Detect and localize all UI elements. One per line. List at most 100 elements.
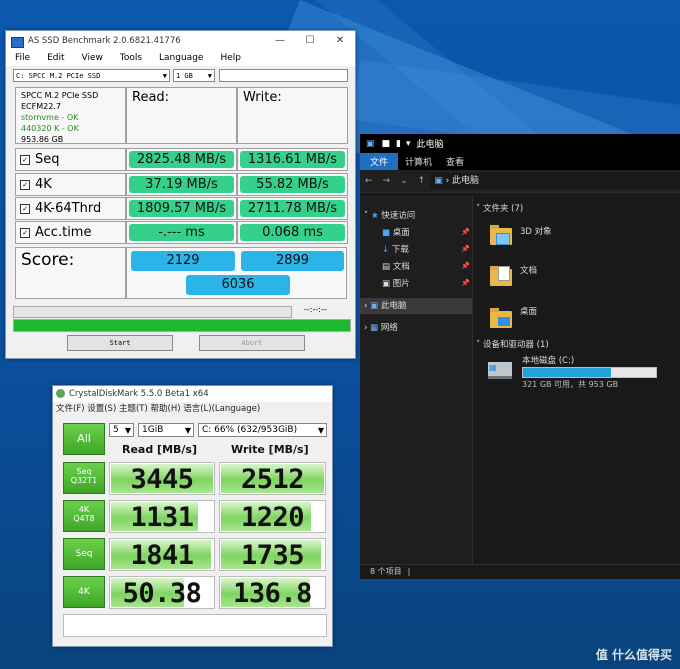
drive-c[interactable]: ▦ 本地磁盘 (C:) 321 GB 可用，共 953 GB [486,354,676,389]
4k64-write: 2711.78 MB/s [237,197,348,220]
folder-icon[interactable]: ▮ [393,139,404,149]
test-sublabel: Q32T1 [70,476,98,485]
count-select[interactable]: 5 ▼ [109,423,134,437]
windows-logo-icon: ▦ [489,363,497,372]
drive-select[interactable]: C: SPCC M.2 PCIe SSD ▼ [13,69,170,82]
seq-q32t1-write: 2512 [219,462,326,495]
chevron-down-icon[interactable]: ⌄ [395,176,413,186]
folder-desktop[interactable]: 桌面 [490,301,670,331]
start-button[interactable]: Start [67,335,173,351]
checkbox-icon[interactable]: ✓ [20,228,30,238]
forward-icon[interactable]: → [378,176,396,186]
computer-icon: ▣ [434,176,443,186]
drive-select[interactable]: C: 66% (632/953GiB) ▼ [198,423,327,437]
menu-language[interactable]: Language [150,53,211,63]
nav-desktop[interactable]: ■ 桌面 [382,225,410,241]
menu-file[interactable]: 文件(F) [56,404,85,414]
checkbox-icon[interactable]: ✓ [20,204,30,214]
extra-field[interactable] [219,69,348,82]
nav-quick-access[interactable]: ˅ ★ 快速访问 [364,208,415,224]
result-value: 37.19 MB/s [129,176,234,193]
row-4k64-label[interactable]: ✓ 4K-64Thrd [15,197,126,220]
seq-read: 2825.48 MB/s [126,148,237,171]
nav-documents[interactable]: ▤ 文档 [382,259,410,275]
menu-file[interactable]: File [6,53,38,63]
up-icon[interactable]: ↑ [413,176,431,186]
drive-firmware: ECFM22.7 [21,102,61,111]
tab-file[interactable]: 文件 [360,153,399,170]
address-bar: ← → ⌄ ↑ ▣ › 此电脑 [360,170,680,193]
read-header: Read: [126,87,237,144]
chevron-down-icon[interactable]: ▾ [404,139,417,149]
back-icon[interactable]: ← [360,176,378,186]
nav-pictures[interactable]: ▣ 图片 [382,276,410,292]
row-seq-label[interactable]: ✓ Seq [15,148,126,171]
result-value: 50.38 [122,578,202,609]
address-field[interactable]: ▣ › 此电脑 [430,173,680,189]
row-label: Acc.time [35,225,92,240]
tab-computer[interactable]: 计算机 [398,155,439,168]
abort-button[interactable]: Abort [199,335,305,351]
seq-button[interactable]: Seq [63,538,105,570]
folder-3d-objects[interactable]: 3D 对象 [490,220,670,248]
menu-bar: File Edit View Tools Language Help [6,50,355,66]
row-4k-label[interactable]: ✓ 4K [15,173,126,196]
menu-settings[interactable]: 设置(S) [87,404,116,414]
maximize-button[interactable]: ☐ [295,35,325,46]
4k-write: 136.8 [219,576,326,609]
folders-group-header[interactable]: ˅ 文件夹 (7) [476,202,523,214]
seq-q32t1-button[interactable]: Seq Q32T1 [63,462,105,494]
result-value: 1735 [240,540,305,571]
tab-view[interactable]: 查看 [439,155,471,168]
address-text: 此电脑 [452,176,480,186]
test-progress-bar [13,306,292,318]
menu-tools[interactable]: Tools [111,53,150,63]
window-title: AS SSD Benchmark 2.0.6821.41776 [28,35,181,46]
menu-theme[interactable]: 主题(T) [119,404,148,414]
chevron-right-icon: › [364,301,368,311]
crystaldiskmark-window: CrystalDiskMark 5.5.0 Beta1 x64 文件(F) 设置… [52,385,333,647]
item-count: 8 个项目 [370,567,402,576]
drive-name: 本地磁盘 (C:) [522,356,575,366]
nav-downloads[interactable]: ↓ 下载 [382,242,409,258]
chevron-right-icon: › [364,323,368,333]
seq-write: 1735 [219,538,326,571]
devices-group-header[interactable]: ˅ 设备和驱动器 (1) [476,338,549,350]
download-icon: ↓ [382,245,390,255]
checkbox-icon[interactable]: ✓ [20,155,30,165]
menu-edit[interactable]: Edit [38,53,72,63]
score-read: 2129 [131,251,235,271]
nav-this-pc[interactable]: › ▣ 此电脑 [360,298,472,314]
size-select-value: 1 GB [176,72,193,80]
nav-network[interactable]: › ▦ 网络 [364,320,398,336]
menu-help[interactable]: Help [211,53,249,63]
nav-label: 文档 [392,262,410,272]
folder-documents[interactable]: 文档 [490,261,670,289]
menu-view[interactable]: View [73,53,111,63]
properties-icon[interactable]: ■ [379,139,394,149]
menu-bar: 文件(F) 设置(S) 主题(T) 帮助(H) 语言(L)(Language) [53,402,332,417]
checkbox-icon[interactable]: ✓ [20,180,30,190]
menu-help[interactable]: 帮助(H) [151,404,181,414]
size-select[interactable]: 1 GB ▼ [173,69,215,82]
pin-icon: 📌 [461,245,470,253]
size-select[interactable]: 1GiB ▼ [138,423,194,437]
elapsed-timer: --:--:-- [304,305,327,314]
menu-language[interactable]: 语言(L)(Language) [183,404,260,414]
comment-field[interactable] [63,614,327,637]
drive-value: C: 66% (632/953GiB) [202,425,298,435]
chevron-down-icon: ˅ [476,340,481,350]
watermark: 值 什么值得买 [595,648,672,662]
explorer-titlebar: ▣ ■ ▮ ▾ 此电脑 [360,134,680,153]
picture-icon: ▣ [382,279,391,289]
4k-button[interactable]: 4K [63,576,105,608]
desktop-icon [498,317,510,326]
result-value: 2711.78 MB/s [240,200,345,217]
count-value: 5 [113,425,119,435]
row-acctime-label[interactable]: ✓ Acc.time [15,221,126,244]
minimize-button[interactable]: — [265,35,295,46]
all-button[interactable]: All [63,423,105,455]
4k-q4t8-button[interactable]: 4K Q4T8 [63,500,105,532]
close-button[interactable]: ✕ [325,35,355,46]
nav-label: 此电脑 [380,301,407,311]
